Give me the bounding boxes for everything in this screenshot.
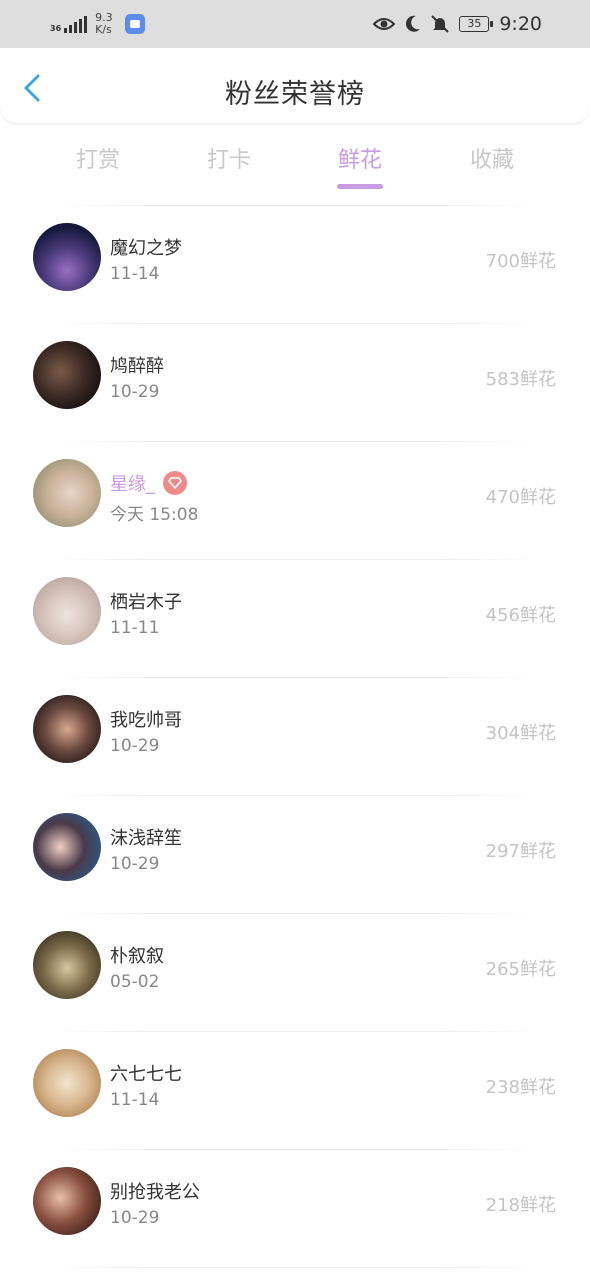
flower-count: 238鲜花: [485, 1077, 556, 1098]
eye-icon: [373, 18, 396, 30]
signal-icon: 36: [50, 15, 88, 33]
list-item[interactable]: 我吃帅哥 10-29 304鲜花: [0, 678, 590, 795]
moon-icon: [406, 15, 421, 32]
flower-count: 583鲜花: [485, 369, 556, 390]
avatar[interactable]: [33, 1049, 101, 1117]
page-title: 粉丝荣誉榜: [225, 79, 365, 110]
avatar[interactable]: [33, 1167, 101, 1235]
flower-count: 297鲜花: [485, 841, 556, 862]
tab-flowers[interactable]: 鲜花: [310, 142, 410, 189]
speed-unit: K/s: [95, 23, 112, 36]
flower-count: 470鲜花: [485, 487, 556, 508]
ranking-list: 魔幻之梦 11-14 700鲜花 鸠醉醉 10-29 583鲜花 星缘_ 今天 …: [0, 205, 590, 1268]
list-item[interactable]: 别抢我老公 10-29 218鲜花: [0, 1150, 590, 1267]
user-name: 鸠醉醉: [110, 356, 164, 377]
diamond-icon: [168, 477, 182, 489]
flower-count: 218鲜花: [485, 1195, 556, 1216]
tab-label: 打卡: [206, 148, 251, 173]
tab-label: 收藏: [469, 148, 514, 173]
date: 11-11: [110, 618, 160, 638]
user-name: 星缘_: [110, 474, 155, 495]
tab-favorites[interactable]: 收藏: [442, 142, 542, 174]
list-item[interactable]: 鸠醉醉 10-29 583鲜花: [0, 324, 590, 441]
status-bar: 36 9.3 K/s 35 9:20: [0, 0, 590, 48]
network-speed: 9.3 K/s: [95, 12, 113, 36]
flower-count: 700鲜花: [485, 251, 556, 272]
user-name: 沫浅辞笙: [110, 828, 182, 849]
avatar[interactable]: [33, 341, 101, 409]
date: 11-14: [110, 1090, 160, 1110]
list-item[interactable]: 栖岩木子 11-11 456鲜花: [0, 560, 590, 677]
clock: 9:20: [499, 13, 542, 35]
date: 今天 15:08: [110, 505, 199, 525]
battery-level: 35: [467, 17, 482, 30]
active-tab-indicator: [337, 184, 383, 189]
user-name: 别抢我老公: [110, 1182, 200, 1203]
avatar[interactable]: [33, 813, 101, 881]
flower-count: 304鲜花: [485, 723, 556, 744]
avatar[interactable]: [33, 577, 101, 645]
list-item[interactable]: 魔幻之梦 11-14 700鲜花: [0, 206, 590, 323]
list-item[interactable]: 朴叙叙 05-02 265鲜花: [0, 914, 590, 1031]
user-name: 我吃帅哥: [110, 710, 182, 731]
avatar[interactable]: [33, 931, 101, 999]
list-item[interactable]: 六七七七 11-14 238鲜花: [0, 1032, 590, 1149]
tab-label: 打赏: [75, 148, 120, 173]
mute-bell-icon: [431, 15, 450, 33]
network-type: 36: [50, 24, 62, 33]
battery-icon: 35: [459, 16, 494, 32]
divider: [54, 1267, 536, 1268]
flower-count: 456鲜花: [485, 605, 556, 626]
tab-checkin[interactable]: 打卡: [179, 142, 279, 174]
user-name: 朴叙叙: [110, 946, 164, 967]
list-item[interactable]: 星缘_ 今天 15:08 470鲜花: [0, 442, 590, 559]
tab-reward[interactable]: 打赏: [48, 142, 148, 174]
date: 10-29: [110, 854, 160, 874]
avatar[interactable]: [33, 459, 101, 527]
avatar[interactable]: [33, 223, 101, 291]
date: 10-29: [110, 1208, 160, 1228]
flower-count: 265鲜花: [485, 959, 556, 980]
user-name: 六七七七: [110, 1064, 182, 1085]
date: 10-29: [110, 736, 160, 756]
vip-badge: [163, 471, 187, 495]
date: 10-29: [110, 382, 160, 402]
tab-bar: 打赏 打卡 鲜花 收藏: [0, 136, 590, 190]
tab-label: 鲜花: [337, 148, 382, 173]
date: 05-02: [110, 972, 160, 992]
app-notification-icon: [124, 14, 145, 34]
user-name: 栖岩木子: [110, 592, 182, 613]
user-name: 魔幻之梦: [110, 238, 182, 259]
avatar[interactable]: [33, 695, 101, 763]
page-header: 粉丝荣誉榜: [0, 48, 590, 124]
list-item[interactable]: 沫浅辞笙 10-29 297鲜花: [0, 796, 590, 913]
date: 11-14: [110, 264, 160, 284]
